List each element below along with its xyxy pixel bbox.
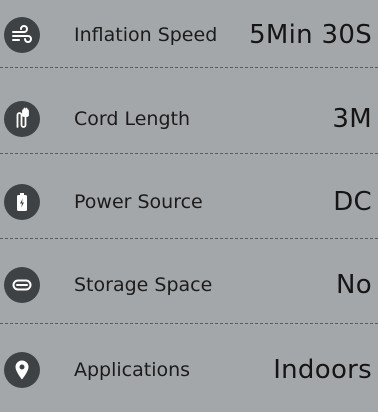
spec-row-applications: Applications Indoors	[0, 327, 378, 412]
spec-value: 3M	[332, 103, 372, 134]
divider	[0, 153, 378, 154]
spec-value: 5Min 30S	[249, 19, 372, 50]
spec-row-power-source: Power Source DC	[0, 159, 378, 244]
plug-cord-icon	[4, 100, 40, 137]
divider	[0, 323, 378, 324]
spec-row-storage-space: Storage Space No	[0, 242, 378, 327]
wind-icon	[4, 16, 40, 53]
spec-label: Storage Space	[74, 273, 213, 296]
location-pin-icon	[4, 351, 40, 388]
spec-row-cord-length: Cord Length 3M	[0, 76, 378, 161]
spec-row-inflation-speed: Inflation Speed 5Min 30S	[0, 0, 378, 77]
storage-icon	[4, 266, 40, 303]
spec-value: No	[336, 269, 372, 300]
battery-icon	[4, 183, 40, 220]
divider	[0, 238, 378, 239]
spec-label: Power Source	[74, 190, 203, 213]
spec-label: Inflation Speed	[74, 23, 218, 46]
spec-value: DC	[333, 186, 372, 217]
spec-label: Applications	[74, 358, 191, 381]
divider	[0, 67, 378, 68]
spec-value: Indoors	[273, 354, 372, 385]
spec-label: Cord Length	[74, 107, 191, 130]
spec-list: Inflation Speed 5Min 30S Cord Length 3M …	[0, 0, 378, 390]
